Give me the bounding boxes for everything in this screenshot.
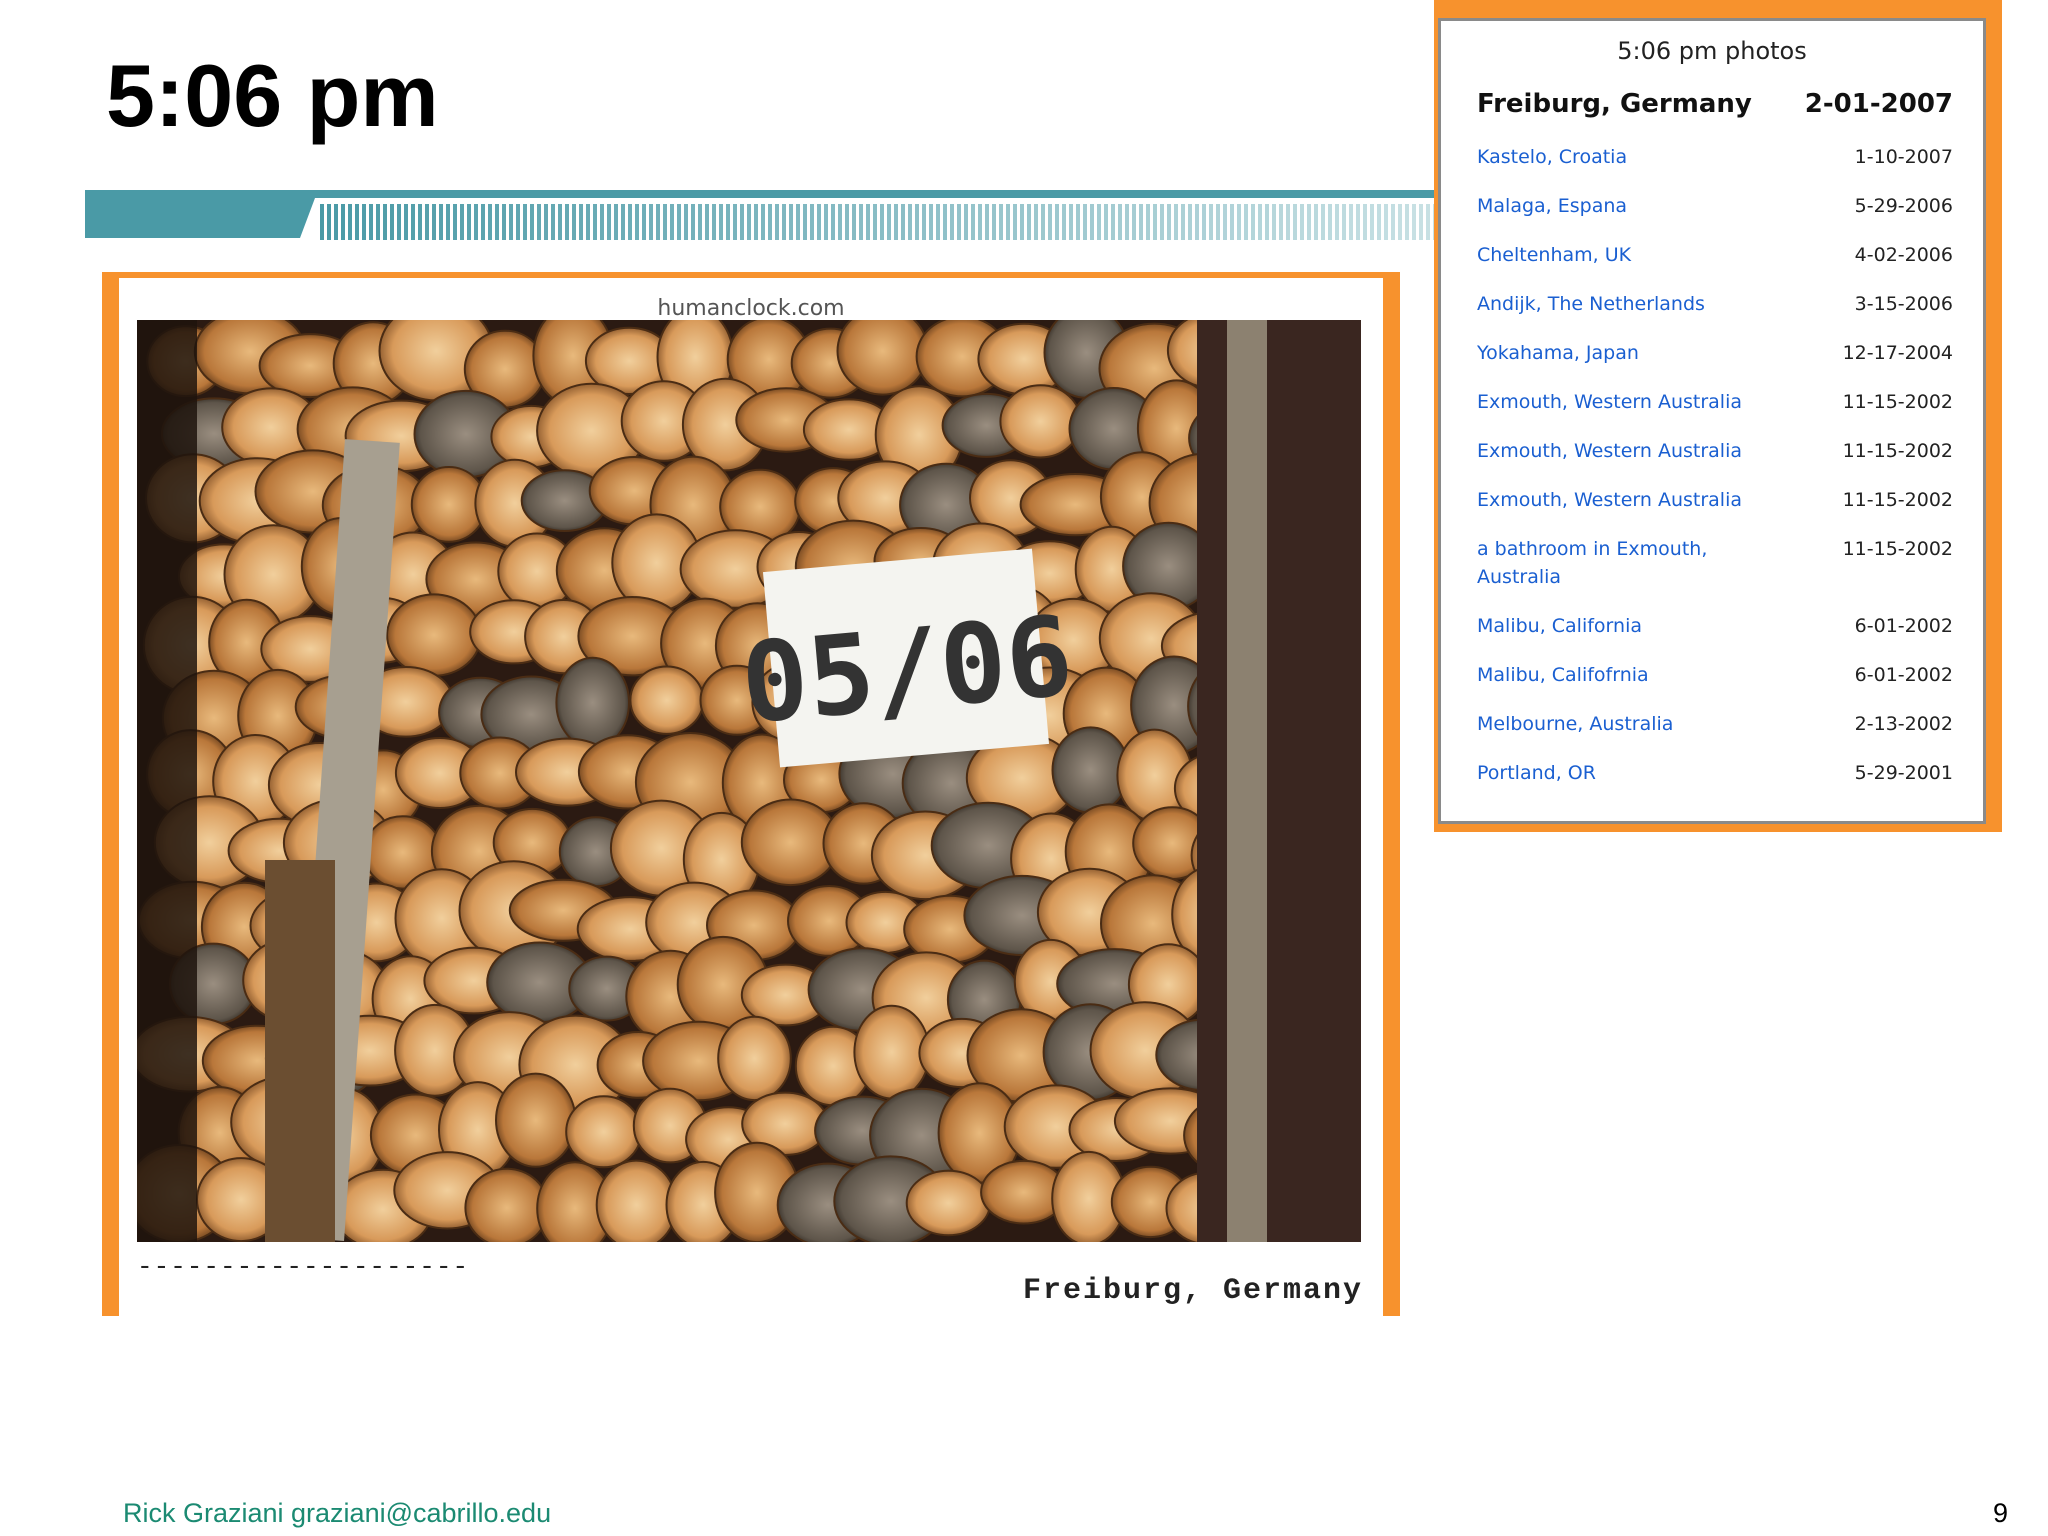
photo-date: 11-15-2002 bbox=[1842, 391, 1953, 413]
photo-list-item[interactable]: Yokahama, Japan 12-17-2004 bbox=[1477, 339, 1953, 388]
photo-date: 1-10-2007 bbox=[1854, 146, 1953, 168]
firewood-photo: 05/06 bbox=[137, 320, 1361, 1242]
photo-date: 6-01-2002 bbox=[1854, 615, 1953, 637]
photo-place-link[interactable]: Malibu, California bbox=[1477, 612, 1642, 640]
photo-place-link[interactable]: Exmouth, Western Australia bbox=[1477, 388, 1742, 416]
slide-title: 5:06 pm bbox=[106, 46, 439, 145]
photo-dashes: -------------------- bbox=[137, 1252, 470, 1282]
photo-place-link[interactable]: Melbourne, Australia bbox=[1477, 710, 1673, 738]
current-photo-header: Freiburg, Germany 2-01-2007 bbox=[1477, 89, 1953, 119]
photo-date: 11-15-2002 bbox=[1842, 489, 1953, 511]
photo-card: humanclock.com 05/06 -------------------… bbox=[119, 278, 1383, 1316]
photo-list-card: 5:06 pm photos Freiburg, Germany 2-01-20… bbox=[1438, 18, 1986, 824]
photo-frame: humanclock.com 05/06 -------------------… bbox=[102, 272, 1400, 1316]
photo-list-item[interactable]: Exmouth, Western Australia 11-15-2002 bbox=[1477, 486, 1953, 535]
current-date: 2-01-2007 bbox=[1804, 89, 1953, 119]
photo-list-item[interactable]: Andijk, The Netherlands 3-15-2006 bbox=[1477, 290, 1953, 339]
photo-list-item[interactable]: Malaga, Espana 5-29-2006 bbox=[1477, 192, 1953, 241]
page-number: 9 bbox=[1992, 1498, 2008, 1528]
photo-list-item[interactable]: Exmouth, Western Australia 11-15-2002 bbox=[1477, 388, 1953, 437]
photo-place-link[interactable]: Portland, OR bbox=[1477, 759, 1596, 787]
photo-place-link[interactable]: Malibu, Califofrnia bbox=[1477, 661, 1649, 689]
photo-place-link[interactable]: a bathroom in Exmouth, Australia bbox=[1477, 535, 1777, 591]
photo-date: 11-15-2002 bbox=[1842, 440, 1953, 462]
photo-place-link[interactable]: Exmouth, Western Australia bbox=[1477, 486, 1742, 514]
photo-place-link[interactable]: Kastelo, Croatia bbox=[1477, 143, 1627, 171]
photo-date: 12-17-2004 bbox=[1842, 342, 1953, 364]
photo-list-item[interactable]: Malibu, Califofrnia 6-01-2002 bbox=[1477, 661, 1953, 710]
photo-list-item[interactable]: a bathroom in Exmouth, Australia 11-15-20… bbox=[1477, 535, 1953, 612]
photo-list-item[interactable]: Malibu, California 6-01-2002 bbox=[1477, 612, 1953, 661]
photo-list-item[interactable]: Portland, OR 5-29-2001 bbox=[1477, 759, 1953, 808]
photo-list-item[interactable]: Cheltenham, UK 4-02-2006 bbox=[1477, 241, 1953, 290]
photo-list-heading: 5:06 pm photos bbox=[1617, 37, 1807, 65]
photo-list: Kastelo, Croatia 1-10-2007 Malaga, Espana 5… bbox=[1477, 143, 1953, 808]
photo-caption: Freiburg, Germany bbox=[1022, 1274, 1363, 1308]
photo-date: 3-15-2006 bbox=[1854, 293, 1953, 315]
photo-place-link[interactable]: Andijk, The Netherlands bbox=[1477, 290, 1705, 318]
current-place: Freiburg, Germany bbox=[1477, 89, 1752, 119]
footer-author: Rick Graziani graziani@cabrillo.edu bbox=[123, 1498, 552, 1528]
photo-place-link[interactable]: Malaga, Espana bbox=[1477, 192, 1627, 220]
date-sign: 05/06 bbox=[737, 548, 1078, 768]
photo-list-item[interactable]: Melbourne, Australia 2-13-2002 bbox=[1477, 710, 1953, 759]
photo-date: 5-29-2001 bbox=[1854, 762, 1953, 784]
photo-list-panel: 5:06 pm photos Freiburg, Germany 2-01-20… bbox=[1434, 0, 2002, 832]
photo-place-link[interactable]: Cheltenham, UK bbox=[1477, 241, 1631, 269]
photo-date: 6-01-2002 bbox=[1854, 664, 1953, 686]
photo-list-item[interactable]: Kastelo, Croatia 1-10-2007 bbox=[1477, 143, 1953, 192]
photo-date: 11-15-2002 bbox=[1842, 538, 1953, 560]
photo-place-link[interactable]: Yokahama, Japan bbox=[1477, 339, 1639, 367]
photo-date: 5-29-2006 bbox=[1854, 195, 1953, 217]
photo-place-link[interactable]: Exmouth, Western Australia bbox=[1477, 437, 1742, 465]
photo-site-label: humanclock.com bbox=[657, 296, 845, 321]
photo-date: 2-13-2002 bbox=[1854, 713, 1953, 735]
decorative-stripe-bar bbox=[85, 190, 1435, 240]
photo-list-item[interactable]: Exmouth, Western Australia 11-15-2002 bbox=[1477, 437, 1953, 486]
photo-date: 4-02-2006 bbox=[1854, 244, 1953, 266]
